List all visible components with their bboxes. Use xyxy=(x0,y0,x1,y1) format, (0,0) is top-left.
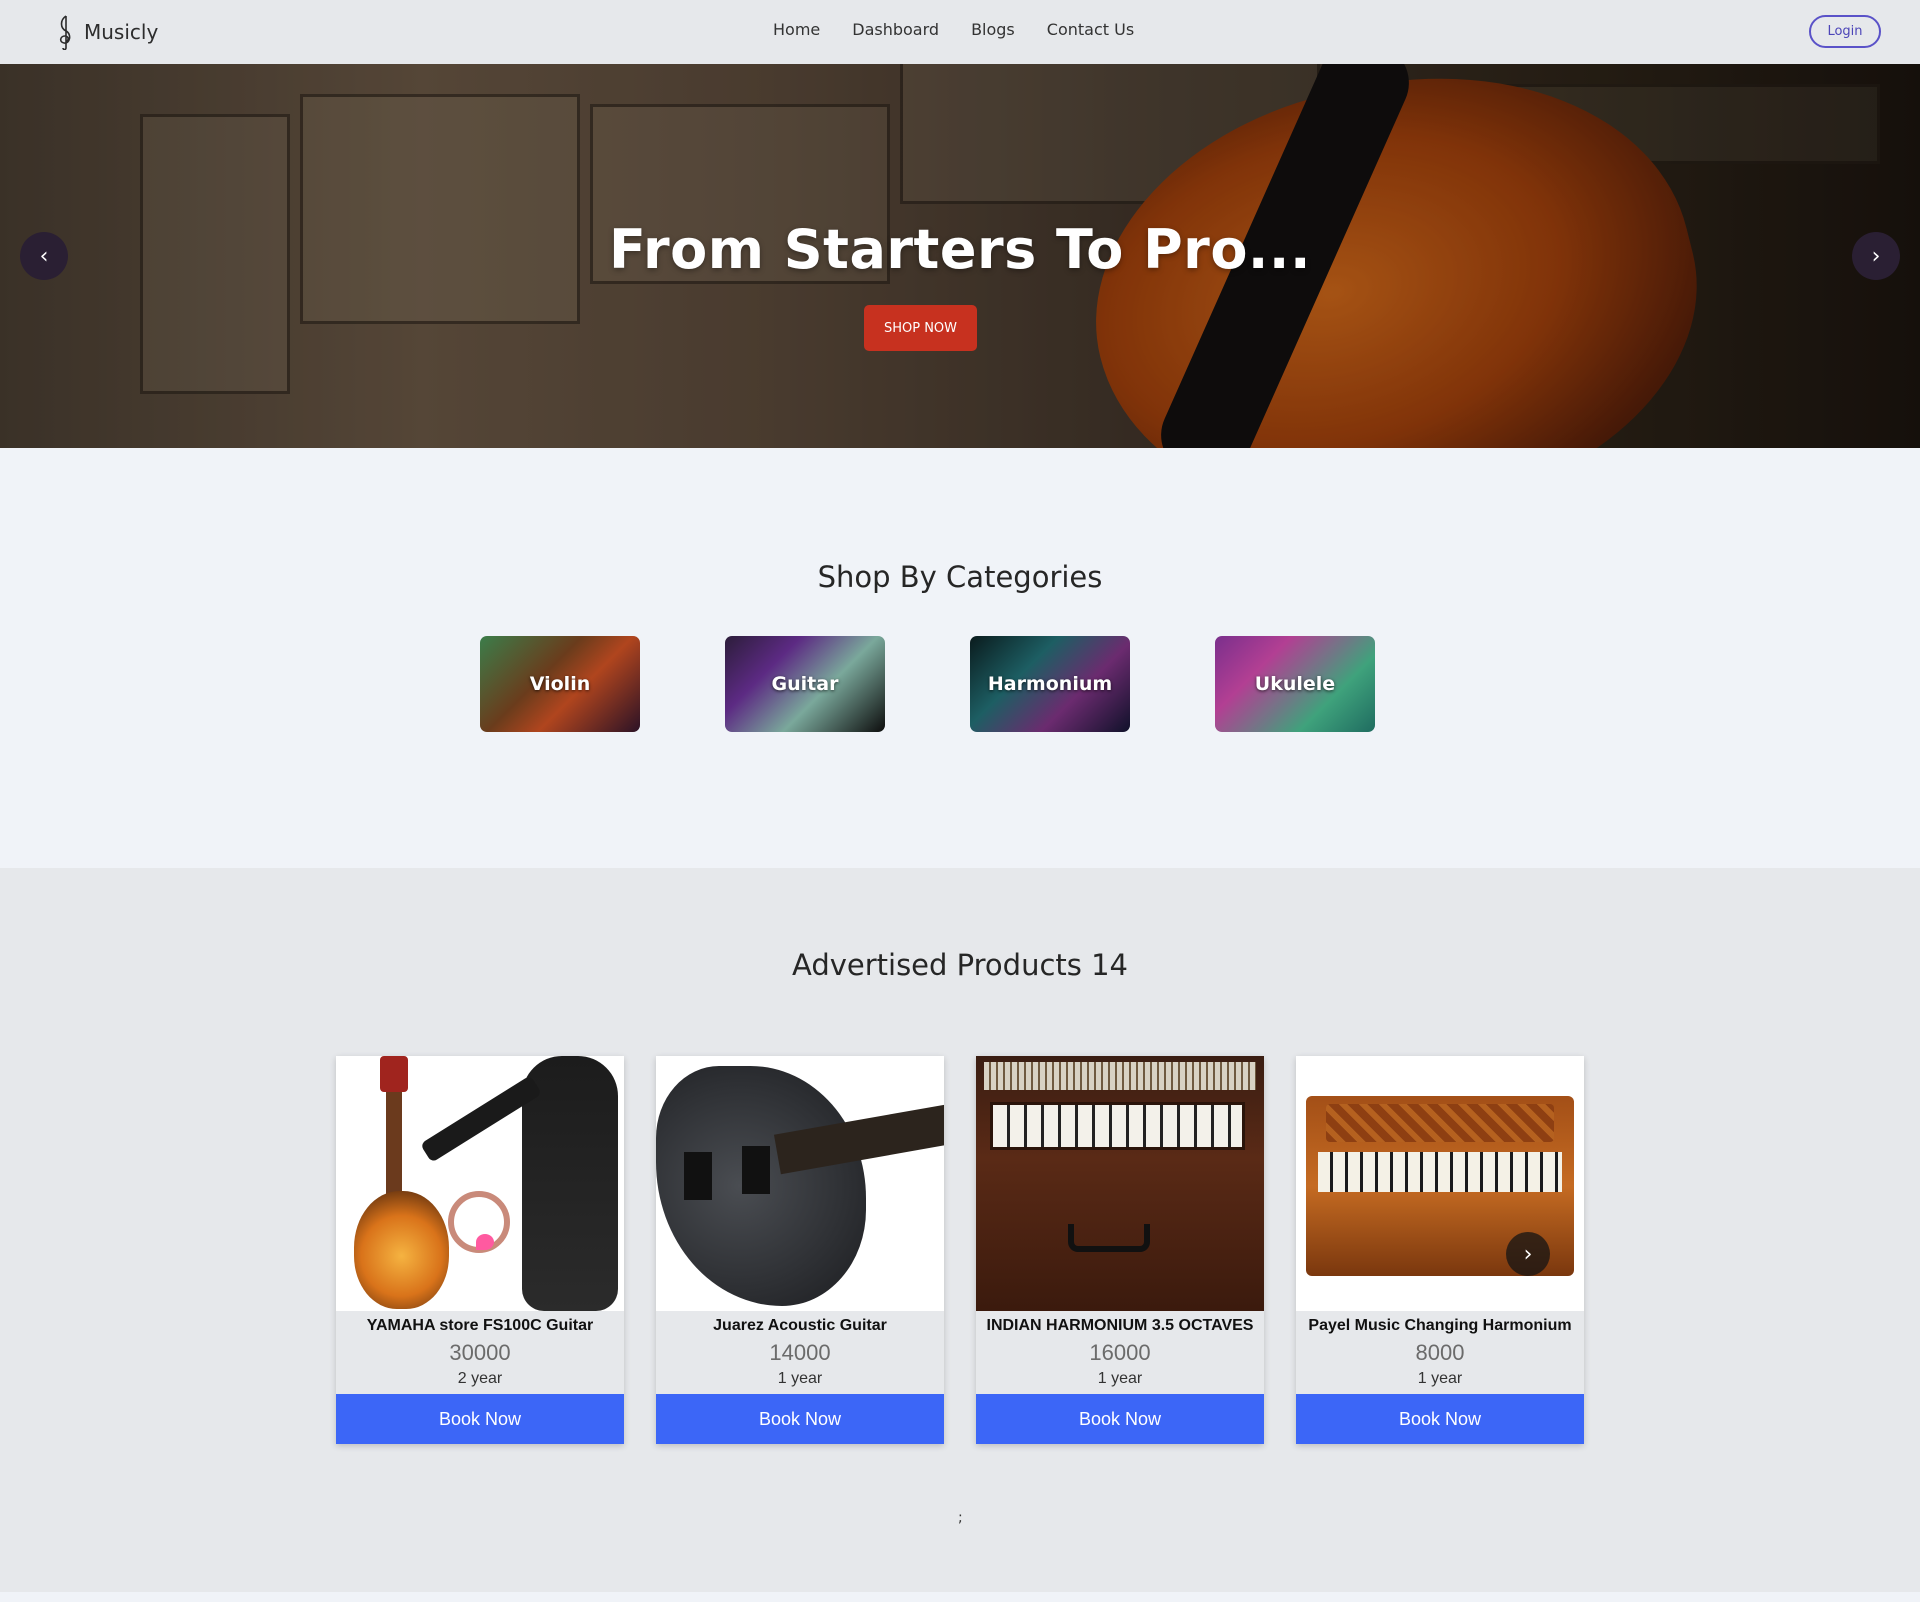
nav-home[interactable]: Home xyxy=(773,20,820,39)
harmonium-keys-image xyxy=(1318,1152,1562,1192)
book-now-button[interactable]: Book Now xyxy=(656,1394,944,1444)
nav-blogs[interactable]: Blogs xyxy=(971,20,1015,39)
login-button[interactable]: Login xyxy=(1809,15,1881,48)
product-image: › xyxy=(1296,1056,1584,1311)
harmonium-bellows-image xyxy=(984,1062,1256,1090)
product-duration: 2 year xyxy=(457,1370,503,1387)
treble-clef-icon xyxy=(59,15,71,50)
product-duration: 1 year xyxy=(1097,1370,1143,1387)
image-next-button[interactable]: › xyxy=(1506,1232,1550,1276)
pickup-image xyxy=(684,1152,712,1200)
product-duration: 1 year xyxy=(1417,1370,1463,1387)
product-card: YAMAHA store FS100C Guitar 30000 2 year … xyxy=(336,1056,624,1444)
guitar-body-image xyxy=(354,1191,449,1309)
category-card-violin[interactable]: Violin xyxy=(480,636,640,732)
category-card-harmonium[interactable]: Harmonium xyxy=(970,636,1130,732)
shop-now-button[interactable]: SHOP NOW xyxy=(864,305,977,351)
product-name: INDIAN HARMONIUM 3.5 OCTAVES xyxy=(986,1317,1254,1334)
category-label: Violin xyxy=(529,673,591,695)
product-card: Juarez Acoustic Guitar 14000 1 year Book… xyxy=(656,1056,944,1444)
product-price: 14000 xyxy=(769,1340,831,1365)
pickup-image xyxy=(742,1146,770,1194)
book-now-button[interactable]: Book Now xyxy=(1296,1394,1584,1444)
top-navbar: Musicly Home Dashboard Blogs Contact Us … xyxy=(0,0,1920,64)
book-now-button[interactable]: Book Now xyxy=(336,1394,624,1444)
product-image xyxy=(976,1056,1264,1311)
bottom-bar xyxy=(0,1592,1920,1602)
product-image xyxy=(656,1056,944,1311)
hero-title: From Starters To Pro... xyxy=(609,218,1311,281)
harmonium-case-image xyxy=(976,1056,1264,1311)
harmonium-handle-image xyxy=(1068,1224,1150,1252)
product-card: INDIAN HARMONIUM 3.5 OCTAVES 16000 1 yea… xyxy=(976,1056,1264,1444)
guitar-head-image xyxy=(380,1056,408,1092)
brand-name: Musicly xyxy=(84,20,159,44)
brand[interactable]: Musicly xyxy=(54,14,158,50)
nav-dashboard[interactable]: Dashboard xyxy=(852,20,939,39)
categories-title: Shop By Categories xyxy=(817,560,1103,594)
product-name: Payel Music Changing Harmonium xyxy=(1308,1317,1572,1334)
product-price: 16000 xyxy=(1089,1340,1151,1365)
category-card-ukulele[interactable]: Ukulele xyxy=(1215,636,1375,732)
category-card-guitar[interactable]: Guitar xyxy=(725,636,885,732)
product-image xyxy=(336,1056,624,1311)
harmonium-carving-image xyxy=(1326,1104,1554,1142)
advertised-products-title: Advertised Products 14 xyxy=(791,948,1128,982)
product-name: Juarez Acoustic Guitar xyxy=(713,1317,887,1334)
category-label: Guitar xyxy=(771,673,839,695)
category-label: Ukulele xyxy=(1254,673,1336,695)
hero-carousel: ‹ › From Starters To Pro... SHOP NOW xyxy=(0,64,1920,448)
product-price: 8000 xyxy=(1415,1340,1465,1365)
product-card: › Payel Music Changing Harmonium 8000 1 … xyxy=(1296,1056,1584,1444)
guitar-pick-image xyxy=(476,1234,494,1250)
product-duration: 1 year xyxy=(777,1370,823,1387)
product-name: YAMAHA store FS100C Guitar xyxy=(366,1317,594,1334)
harmonium-keys-image xyxy=(990,1102,1245,1150)
nav-contact-us[interactable]: Contact Us xyxy=(1047,20,1134,39)
categories-section: Shop By Categories Violin Guitar Harmoni… xyxy=(0,448,1920,868)
chevron-right-icon: › xyxy=(1523,1241,1533,1267)
category-label: Harmonium xyxy=(987,673,1113,695)
book-now-button[interactable]: Book Now xyxy=(976,1394,1264,1444)
advertised-products-section: Advertised Products 14 YAMAHA store FS10… xyxy=(0,868,1920,1592)
product-price: 30000 xyxy=(449,1340,511,1365)
main-nav: Home Dashboard Blogs Contact Us xyxy=(773,20,1134,39)
footer-mark: ; xyxy=(958,1510,963,1526)
